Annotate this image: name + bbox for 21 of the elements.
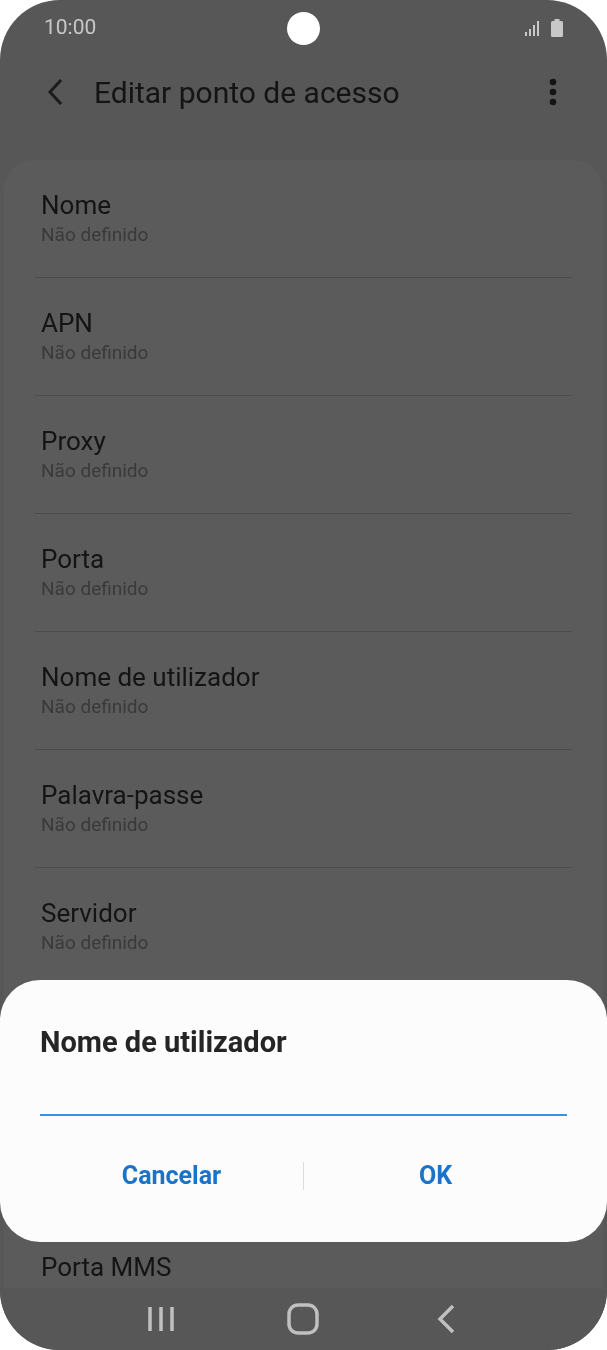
back-icon [46, 78, 64, 106]
setting-title: Porta [41, 543, 105, 576]
ok-button[interactable]: OK [304, 1152, 567, 1200]
more-icon [549, 78, 557, 106]
setting-title: Proxy [41, 425, 106, 458]
dialog-title: Nome de utilizador [40, 1024, 288, 1060]
status-time: 10:00 [44, 14, 97, 42]
setting-title: Nome de utilizador [41, 661, 260, 694]
battery-icon [551, 19, 563, 37]
cancel-button[interactable]: Cancelar [40, 1152, 303, 1200]
setting-title: Porta MMS [41, 1252, 172, 1282]
back-icon [435, 1304, 456, 1334]
setting-title: Nome [41, 189, 111, 222]
screen-title: Editar ponto de acesso [94, 73, 401, 112]
setting-title: Palavra-passe [41, 779, 204, 812]
recents-icon [147, 1305, 176, 1333]
setting-title: Servidor [41, 897, 137, 930]
home-icon [287, 1303, 320, 1335]
camera-hole [287, 12, 320, 45]
setting-title: APN [41, 307, 93, 340]
signal-icon [525, 20, 541, 36]
